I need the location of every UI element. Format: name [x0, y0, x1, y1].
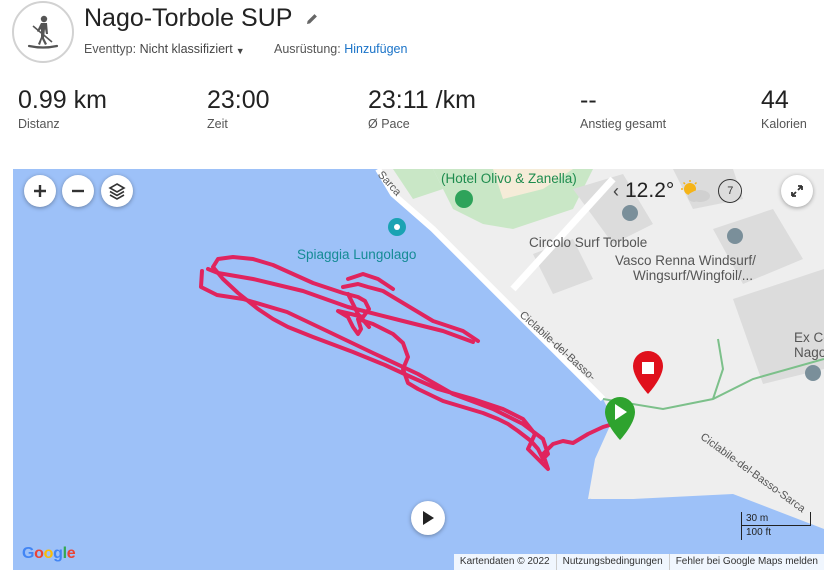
stat-label: Distanz [18, 117, 60, 131]
stat-value: 23:00 [207, 86, 270, 114]
chevron-left-icon[interactable]: ‹ [613, 181, 619, 202]
stat-value: -- [580, 86, 597, 114]
google-logo[interactable]: Google [22, 545, 76, 563]
pin-icon[interactable] [805, 365, 821, 381]
minus-icon [72, 189, 84, 193]
event-type[interactable]: Eventtyp: Nicht klassifiziert ▼ [84, 42, 245, 56]
park-icon[interactable] [455, 190, 473, 208]
plus-icon [34, 185, 46, 197]
stat-elevation-gain: -- Anstieg gesamt [580, 86, 666, 131]
chevron-down-icon[interactable]: ▼ [236, 46, 245, 56]
map-layers-button[interactable] [101, 175, 133, 207]
stat-value: 0.99 km [18, 86, 107, 114]
playback-button[interactable] [411, 501, 445, 535]
add-gear-link[interactable]: Hinzufügen [344, 42, 407, 56]
poi-label-vasco-1[interactable]: Vasco Renna Windsurf/ [615, 253, 756, 268]
history-badge[interactable]: 7 [718, 179, 743, 203]
gear: Ausrüstung: Hinzufügen [274, 42, 407, 56]
weather-widget[interactable]: ‹ 12.2° 7 [613, 174, 743, 208]
attribution-terms-link[interactable]: Nutzungsbedingungen [555, 554, 669, 570]
route-map[interactable]: ‹ 12.2° 7 (Hotel Olivo & Zanella) Spiagg… [13, 169, 824, 570]
expand-icon [791, 185, 803, 197]
stat-value: 23:11 /km [368, 86, 476, 114]
zoom-in-button[interactable] [24, 175, 56, 207]
map-attribution: Kartendaten © 2022 Nutzungsbedingungen F… [453, 554, 824, 570]
partly-cloudy-icon [681, 180, 711, 202]
activity-header: Nago-Torbole SUP Eventtyp: Nicht klassif… [0, 0, 833, 80]
event-type-label: Eventtyp: [84, 42, 137, 56]
map-scale: 30 m 100 ft [741, 512, 811, 540]
poi-label-beach[interactable]: Spiaggia Lungolago [297, 247, 416, 262]
scale-imperial: 100 ft [746, 527, 772, 538]
poi-label-surf-club[interactable]: Circolo Surf Torbole [529, 235, 647, 250]
history-badge-value: 7 [727, 185, 734, 197]
layers-icon [108, 183, 126, 200]
activity-title[interactable]: Nago-Torbole SUP [84, 4, 292, 33]
school-icon[interactable] [727, 228, 743, 244]
weather-temperature: 12.2° [625, 179, 675, 202]
stat-label: Kalorien [761, 117, 807, 131]
stat-pace: 23:11 /km Ø Pace [368, 86, 476, 131]
scale-metric: 30 m [746, 513, 769, 524]
attribution-report-link[interactable]: Fehler bei Google Maps melden [668, 554, 824, 570]
zoom-out-button[interactable] [62, 175, 94, 207]
fullscreen-button[interactable] [781, 175, 813, 207]
stats-bar: 0.99 km Distanz 23:00 Zeit 23:11 /km Ø P… [0, 86, 833, 136]
stat-calories: 44 Kalorien [761, 86, 807, 131]
stat-time: 23:00 Zeit [207, 86, 270, 131]
attribution-map-data: Kartendaten © 2022 [459, 556, 550, 567]
poi-label-vasco-2[interactable]: Wingsurf/Wingfoil/... [633, 268, 753, 283]
poi-label-hotel[interactable]: (Hotel Olivo & Zanella) [441, 171, 577, 186]
stat-value: 44 [761, 86, 789, 114]
gear-label: Ausrüstung: [274, 42, 341, 56]
poi-label-ex-2[interactable]: Nago [794, 345, 824, 360]
stat-distance: 0.99 km Distanz [18, 86, 107, 131]
poi-label-ex-1[interactable]: Ex Co [794, 330, 824, 345]
event-type-value[interactable]: Nicht klassifiziert [140, 42, 233, 56]
pencil-icon[interactable] [305, 12, 319, 26]
paddleboard-icon [12, 1, 74, 63]
stat-label: Anstieg gesamt [580, 117, 667, 131]
stat-label: Zeit [207, 117, 228, 131]
stat-label: Ø Pace [368, 117, 410, 131]
play-icon [423, 511, 434, 525]
